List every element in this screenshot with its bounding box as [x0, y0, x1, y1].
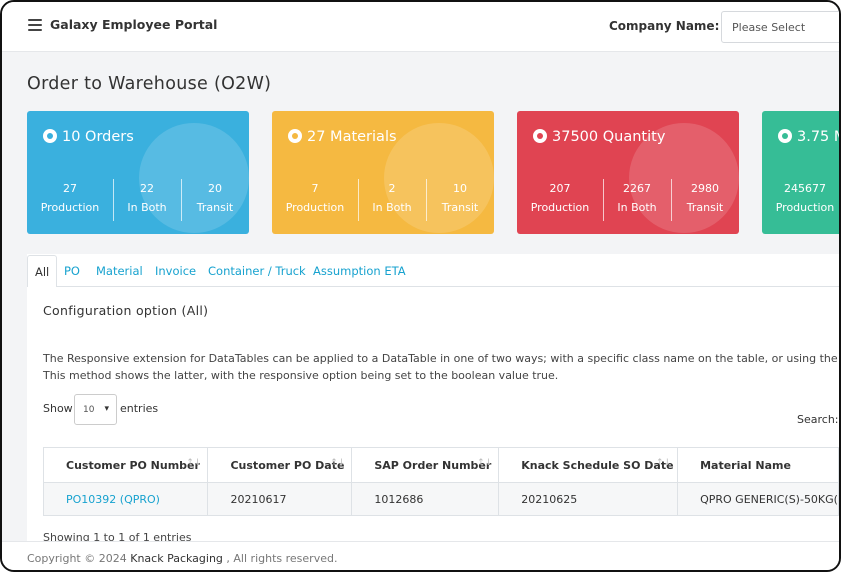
config-description: The Responsive extension for DataTables … — [43, 350, 841, 384]
card-title: 10 Orders — [43, 129, 134, 145]
company-select[interactable]: Please Select — [721, 11, 839, 43]
card-title: 3.75 M — [778, 129, 839, 145]
tab-assumption-eta[interactable]: Assumption ETA — [313, 255, 406, 287]
orders-card[interactable]: 10 Orders 27 Production 22 In Both 20 Trans… — [27, 111, 249, 234]
hamburger-icon[interactable] — [28, 19, 42, 31]
stat-production: 207 Production — [530, 182, 590, 214]
footer: Copyright © 2024 Knack Packaging , All r… — [2, 541, 839, 570]
search-label: Search: — [797, 413, 839, 426]
sort-caret-icon: ▾ — [104, 404, 109, 414]
share-icon — [533, 129, 547, 143]
stat-in-both: 2 In Both — [372, 182, 412, 214]
stat-transit: 2980 Transit — [686, 182, 724, 214]
table-row: PO10392 (QPRO) 20210617 1012686 20210625… — [42, 482, 839, 516]
sort-icon[interactable]: ↑↓ — [186, 458, 201, 468]
config-title: Configuration option (All) — [43, 303, 209, 318]
sort-icon[interactable]: ↑↓ — [477, 458, 492, 468]
stat-transit: 10 Transit — [441, 182, 479, 214]
table-cell: 20210625 — [498, 482, 679, 516]
stat-production: 7 Production — [285, 182, 345, 214]
table-cell: 1012686 — [351, 482, 500, 516]
tab-all[interactable]: All — [27, 255, 58, 287]
tab-material[interactable]: Material — [96, 255, 143, 287]
sort-icon[interactable]: ↑↓ — [656, 458, 671, 468]
company-label: Company Name: — [609, 19, 720, 33]
tab-divider — [27, 286, 839, 287]
desc-line: This method shows the latter, with the r… — [43, 369, 559, 382]
col-customer-po-number[interactable]: Customer PO Number ↑↓ — [42, 447, 209, 483]
entries-value: 10 — [83, 405, 95, 415]
table-header-row: Customer PO Number ↑↓ Customer PO Date ↑↓ … — [42, 447, 839, 483]
footer-text: Copyright © 2024 Knack Packaging , All r… — [27, 552, 337, 565]
show-label: Show — [43, 402, 73, 415]
stat-in-both: 22 In Both — [127, 182, 167, 214]
share-icon — [778, 129, 792, 143]
desc-line: The Responsive extension for DataTables … — [43, 352, 841, 365]
materials-card[interactable]: 27 Materials 7 Production 2 In Both 10 Tran… — [272, 111, 494, 234]
footer-copyright: Copyright © 2024 — [27, 552, 131, 565]
col-material-name[interactable]: Material Name — [677, 447, 839, 483]
value-card[interactable]: 3.75 M 245677Production — [762, 111, 839, 234]
table-cell: 20210617 — [207, 482, 353, 516]
page-title: Order to Warehouse (O2W) — [27, 74, 272, 94]
po-number-link[interactable]: PO10392 (QPRO) — [42, 482, 209, 516]
share-icon — [43, 129, 57, 143]
share-icon — [288, 129, 302, 143]
entries-label: entries — [120, 402, 159, 415]
tab-container-truck[interactable]: Container / Truck — [208, 255, 306, 287]
orders-table: Customer PO Number ↑↓ Customer PO Date ↑↓ … — [42, 447, 839, 516]
stat-production: 27 Production — [40, 182, 100, 214]
entries-select[interactable]: 10 ▾ — [74, 394, 117, 425]
stat-production: 245677 Production — [775, 182, 835, 214]
card-title: 27 Materials — [288, 129, 397, 145]
app-frame: Galaxy Employee Portal Company Name: Ple… — [0, 0, 841, 572]
footer-rights: , All rights reserved. — [222, 552, 338, 565]
tab-po[interactable]: PO — [64, 255, 80, 287]
quantity-card[interactable]: 37500 Quantity 207 Production 2267 In Both… — [517, 111, 739, 234]
col-customer-po-date[interactable]: Customer PO Date ↑↓ — [207, 447, 353, 483]
footer-brand-link[interactable]: Knack Packaging — [130, 552, 223, 565]
card-title: 37500 Quantity — [533, 129, 665, 145]
stat-transit: 20 Transit — [196, 182, 234, 214]
sort-icon[interactable]: ↑↓ — [330, 458, 345, 468]
col-sap-order-number[interactable]: SAP Order Number ↑↓ — [351, 447, 500, 483]
table-cell: QPRO GENERIC(S)-50KG( — [677, 482, 839, 516]
col-knack-schedule-so-date[interactable]: Knack Schedule SO Date ↑↓ — [498, 447, 679, 483]
app-title: Galaxy Employee Portal — [50, 17, 218, 32]
top-bar: Galaxy Employee Portal Company Name: Ple… — [2, 2, 839, 52]
tab-invoice[interactable]: Invoice — [155, 255, 196, 287]
stat-in-both: 2267 In Both — [617, 182, 657, 214]
